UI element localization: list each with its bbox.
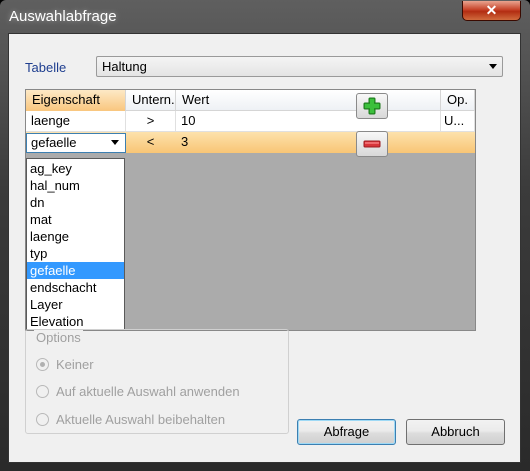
window-title: Auswahlabfrage [9, 8, 117, 25]
list-item[interactable]: ag_key [27, 160, 124, 177]
radio-label-auswahl-beibehalten: Aktuelle Auswahl beibehalten [56, 412, 226, 427]
radio-auswahl-beibehalten[interactable] [36, 413, 49, 426]
options-title: Options [34, 330, 83, 345]
add-criterion-button[interactable] [356, 93, 388, 119]
radio-label-auf-auswahl-anwenden: Auf aktuelle Auswahl anwenden [56, 384, 240, 399]
minus-icon [363, 140, 381, 148]
cell-eigenschaft[interactable]: laenge [26, 111, 126, 132]
cell-operator[interactable]: < [126, 132, 176, 153]
tabelle-combobox[interactable]: Haltung [96, 56, 503, 77]
chevron-down-icon[interactable] [111, 140, 119, 145]
list-item[interactable]: endschacht [27, 279, 124, 296]
list-item[interactable]: Layer [27, 296, 124, 313]
column-header-eigenschaft[interactable]: Eigenschaft [26, 90, 126, 111]
abfrage-button[interactable]: Abfrage [297, 419, 396, 445]
column-header-wert[interactable]: Wert [176, 90, 441, 111]
tabelle-label: Tabelle [25, 60, 67, 75]
plus-icon [363, 97, 381, 115]
list-item[interactable]: Elevation [27, 313, 124, 330]
radio-selected-dot [40, 362, 45, 367]
list-item[interactable]: hal_num [27, 177, 124, 194]
list-item[interactable]: mat [27, 211, 124, 228]
list-item-selected[interactable]: gefaelle [27, 262, 124, 279]
close-button[interactable]: ✕ [462, 1, 521, 21]
remove-criterion-button[interactable] [356, 131, 388, 157]
radio-keiner[interactable] [36, 358, 49, 371]
list-item[interactable]: dn [27, 194, 124, 211]
chevron-down-icon [489, 64, 497, 69]
radio-auf-auswahl-anwenden[interactable] [36, 385, 49, 398]
cell-operator[interactable]: > [126, 111, 176, 132]
cell-wert[interactable]: 10 [176, 111, 441, 132]
column-header-untern[interactable]: Untern. [126, 90, 176, 111]
list-item[interactable]: typ [27, 245, 124, 262]
cell-wert[interactable]: 3 [176, 132, 441, 153]
list-item[interactable]: laenge [27, 228, 124, 245]
close-icon: ✕ [485, 2, 498, 18]
cell-op[interactable]: U... [441, 111, 475, 132]
abbruch-button[interactable]: Abbruch [406, 419, 505, 445]
column-header-op[interactable]: Op. [441, 90, 475, 111]
radio-label-keiner: Keiner [56, 357, 94, 372]
